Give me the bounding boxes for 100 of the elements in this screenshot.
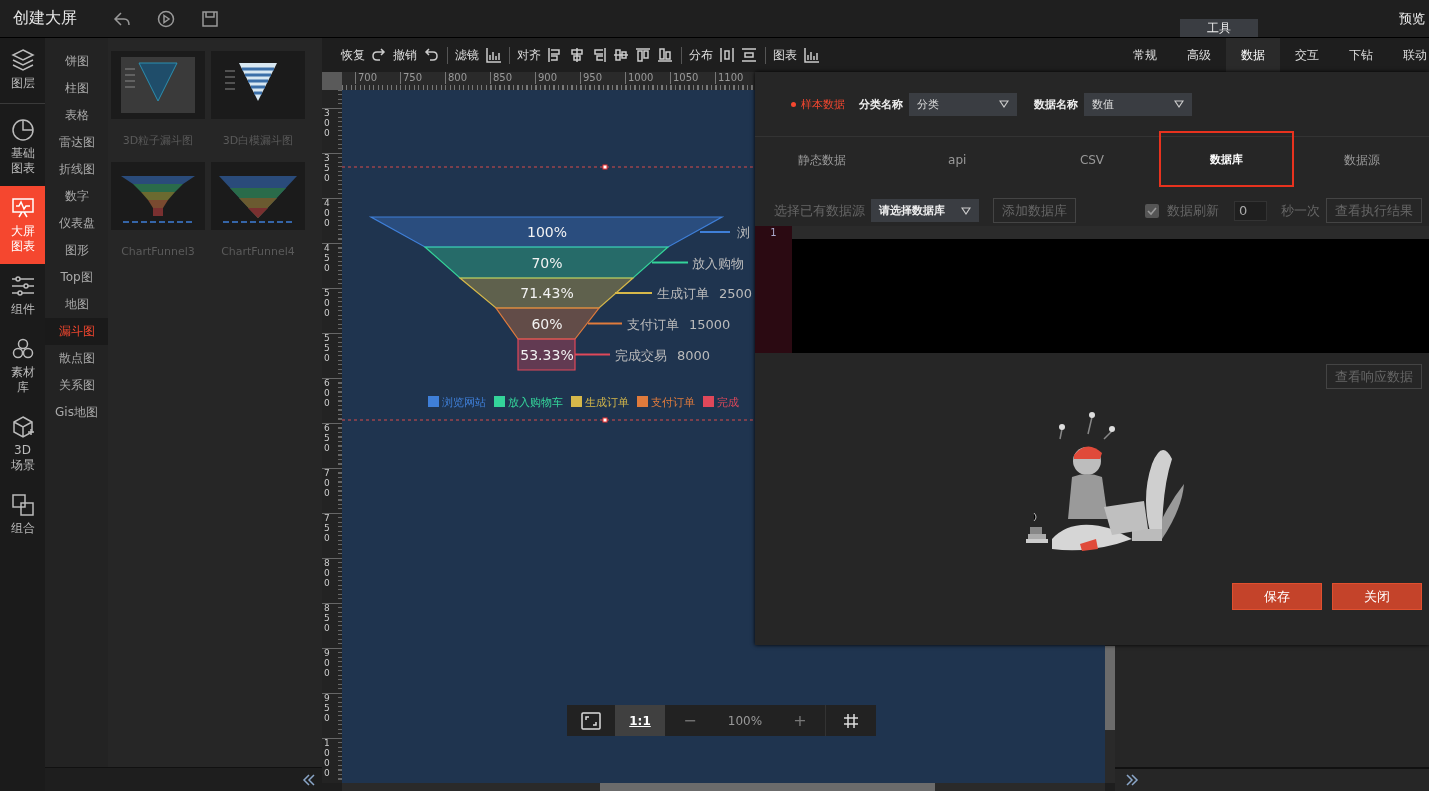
source-tab[interactable]: api	[889, 137, 1025, 183]
vertical-scrollbar[interactable]	[1105, 646, 1115, 730]
chart-category-item[interactable]: 地图	[45, 291, 108, 318]
toolbar-label: 图表	[773, 46, 797, 64]
rail-item[interactable]: 大屏图表	[0, 186, 45, 264]
bar-chart-icon[interactable]	[803, 47, 819, 63]
panel-tab[interactable]: 下钻	[1334, 38, 1388, 72]
chart-category-item[interactable]: Top图	[45, 264, 108, 291]
redo-icon[interactable]	[371, 47, 387, 63]
funnel-percent: 70%	[531, 254, 563, 271]
chart-category-item[interactable]: 表格	[45, 102, 108, 129]
align-bottom-icon[interactable]	[657, 47, 673, 63]
legend-label: 支付订单	[651, 396, 695, 409]
panel-tab[interactable]: 联动	[1388, 38, 1429, 72]
rail-item[interactable]: 素材库	[0, 327, 45, 405]
chart-category-item[interactable]: 雷达图	[45, 129, 108, 156]
rail-item[interactable]: 3D场景	[0, 405, 45, 483]
panel-tab[interactable]: 常规	[1118, 38, 1172, 72]
align-middle-icon[interactable]	[613, 47, 629, 63]
funnel-percent: 100%	[527, 224, 567, 240]
ruler-mark: 350	[324, 154, 331, 184]
chart-category-item[interactable]: 漏斗图	[45, 318, 108, 345]
tool-tab[interactable]: 工具	[1180, 19, 1258, 37]
undo-icon[interactable]	[423, 47, 439, 63]
toolbar-label: 对齐	[517, 46, 541, 64]
ruler-mark: 550	[324, 334, 331, 364]
ruler-mark: 950	[580, 72, 625, 84]
chart-category-item[interactable]: 散点图	[45, 345, 108, 372]
chart-category-item[interactable]: Gis地图	[45, 399, 108, 426]
dropdown-caret-icon	[961, 205, 971, 216]
align-left-icon[interactable]	[547, 47, 563, 63]
selection-handle[interactable]	[602, 164, 608, 170]
align-right-icon[interactable]	[591, 47, 607, 63]
chart-category-item[interactable]: 折线图	[45, 156, 108, 183]
funnel-thumbnail-drawing[interactable]	[111, 162, 205, 230]
funnel-thumbnail-drawing[interactable]	[111, 51, 205, 119]
category-select[interactable]: 分类	[909, 92, 1017, 116]
rail-item[interactable]: 组合	[0, 483, 45, 546]
interval-field[interactable]: 0	[1234, 200, 1267, 221]
chart-category-item[interactable]: 图形	[45, 237, 108, 264]
source-tab[interactable]: 静态数据	[755, 137, 890, 183]
rail-item[interactable]: 图层	[0, 38, 45, 101]
zoom-in-button[interactable]: +	[775, 705, 825, 736]
panel-tab[interactable]: 高级	[1172, 38, 1226, 72]
legend-label: 放入购物车	[508, 396, 563, 409]
refresh-checkbox[interactable]	[1145, 203, 1159, 218]
distribute-vertical-icon[interactable]	[741, 47, 757, 63]
bar-chart-icon[interactable]	[485, 47, 501, 63]
ruler-mark: 950	[324, 694, 331, 724]
save-icon[interactable]	[201, 9, 219, 28]
back-arrow-icon[interactable]	[113, 9, 131, 28]
funnel-value: 8000	[677, 347, 711, 363]
ruler-mark: 800	[445, 72, 490, 84]
expand-right-icon[interactable]	[1125, 773, 1139, 787]
funnel-label: 完成交易	[615, 347, 667, 363]
funnel-thumbnail-drawing[interactable]	[211, 51, 305, 119]
funnel-value: 2500	[719, 286, 753, 301]
rail-circles-icon	[10, 337, 35, 361]
funnel-value: 15000	[689, 316, 731, 332]
panel-tab[interactable]: 数据	[1226, 38, 1280, 72]
chart-category-item[interactable]: 柱图	[45, 75, 108, 102]
ruler-mark: 500	[324, 289, 331, 319]
source-tab[interactable]: 数据库	[1159, 131, 1295, 187]
legend-label: 完成	[717, 396, 739, 409]
value-select[interactable]: 数值	[1084, 92, 1192, 116]
funnel-thumbnail-drawing[interactable]	[211, 162, 305, 230]
play-icon[interactable]	[157, 9, 175, 28]
close-button[interactable]: 关闭	[1332, 583, 1422, 610]
ruler-corner	[322, 72, 342, 90]
distribute-horizontal-icon[interactable]	[719, 47, 735, 63]
ruler-mark: 450	[324, 244, 331, 274]
funnel-percent: 53.33%	[520, 346, 574, 363]
save-button[interactable]: 保存	[1232, 583, 1322, 610]
ruler-mark: 800	[324, 559, 331, 589]
align-top-icon[interactable]	[635, 47, 651, 63]
rail-squares-icon	[10, 493, 35, 517]
source-tab[interactable]: 数据源	[1294, 137, 1429, 183]
rail-layers-icon	[10, 48, 35, 72]
rail-item[interactable]: 基础图表	[0, 108, 45, 186]
source-tab[interactable]: CSV	[1024, 137, 1160, 183]
zoom-out-button[interactable]: −	[665, 705, 715, 736]
chart-category-item[interactable]: 饼图	[45, 48, 108, 75]
app-title: 创建大屏	[13, 8, 77, 29]
preview-button[interactable]: 预览	[1399, 9, 1425, 28]
ruler-mark: 300	[324, 109, 331, 139]
field-label: 分类名称	[859, 96, 903, 112]
database-select[interactable]: 请选择数据库	[871, 199, 979, 222]
collapse-left-icon[interactable]	[302, 772, 316, 787]
chart-category-item[interactable]: 数字	[45, 183, 108, 210]
field-label: 数据名称	[1034, 96, 1078, 112]
dropdown-caret-icon	[999, 99, 1009, 109]
align-center-icon[interactable]	[569, 47, 585, 63]
actual-size-button[interactable]: 1:1	[615, 705, 665, 736]
rail-item[interactable]: 组件	[0, 264, 45, 327]
chart-category-item[interactable]: 仪表盘	[45, 210, 108, 237]
grid-icon	[843, 712, 859, 729]
chart-category-item[interactable]: 关系图	[45, 372, 108, 399]
panel-tab[interactable]: 交互	[1280, 38, 1334, 72]
selection-handle[interactable]	[602, 417, 608, 423]
horizontal-scrollbar[interactable]	[600, 783, 935, 791]
